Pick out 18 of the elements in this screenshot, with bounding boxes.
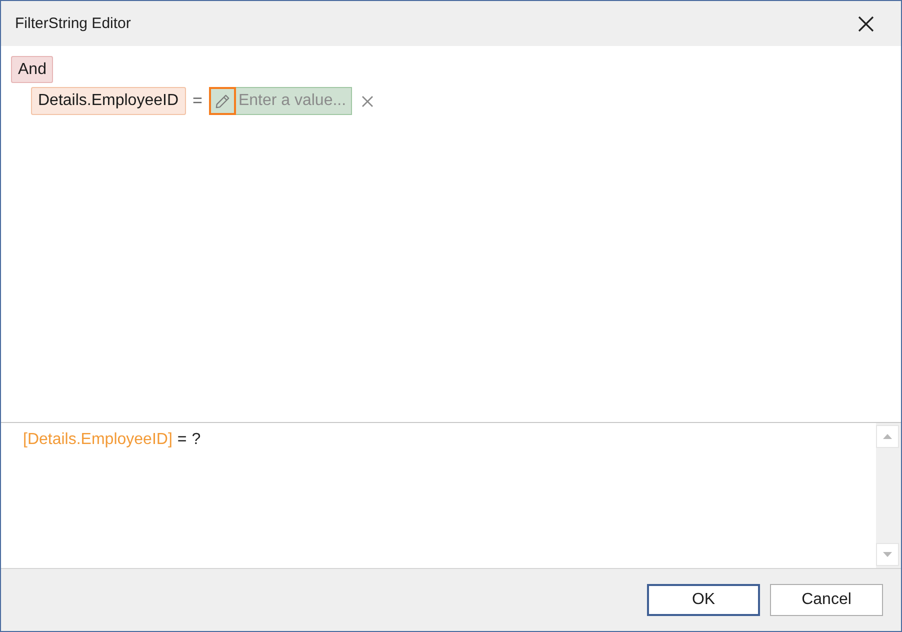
window-title: FilterString Editor — [15, 15, 131, 32]
remove-icon[interactable] — [362, 96, 374, 106]
field-name-chip[interactable]: Details.EmployeeID — [31, 87, 186, 115]
down-triangle-icon — [883, 552, 892, 557]
up-triangle-icon — [883, 434, 892, 439]
cancel-button[interactable]: Cancel — [770, 584, 883, 616]
group-operator-chip[interactable]: And — [11, 56, 54, 83]
operator-chip[interactable]: = — [188, 87, 208, 115]
scroll-up-button[interactable] — [876, 425, 899, 448]
ok-button[interactable]: OK — [647, 584, 760, 616]
expression-operator: = — [177, 430, 187, 450]
pencil-icon — [215, 94, 230, 108]
edit-value-button[interactable] — [209, 87, 236, 115]
close-icon[interactable] — [858, 16, 874, 32]
value-input[interactable]: Enter a value... — [236, 87, 352, 115]
scroll-down-button[interactable] — [876, 543, 899, 566]
expression-parameter: ? — [192, 430, 201, 450]
expression-field: [Details.EmployeeID] — [23, 430, 172, 450]
